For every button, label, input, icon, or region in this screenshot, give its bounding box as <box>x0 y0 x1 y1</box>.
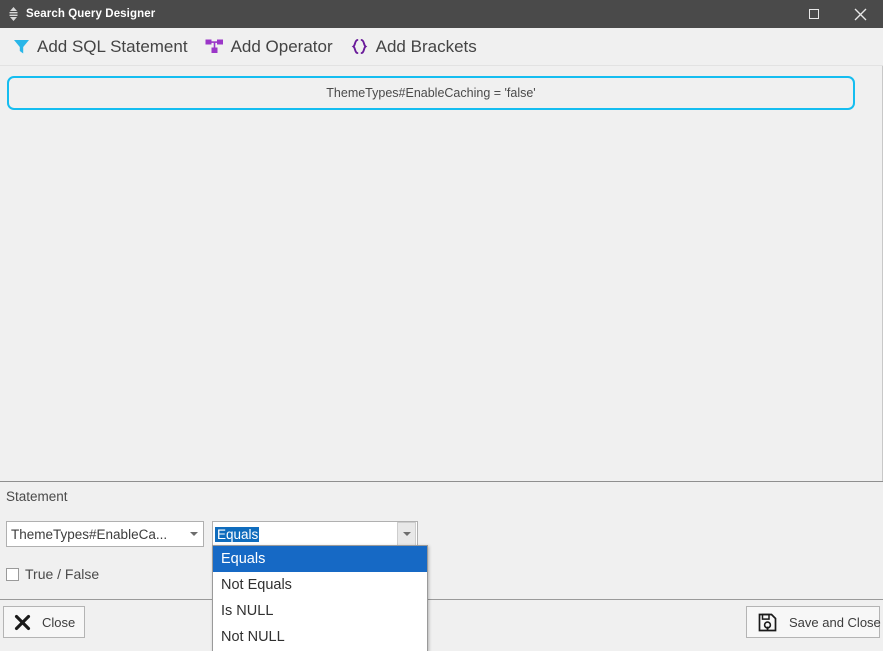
dropdown-option-is-null[interactable]: Is NULL <box>213 598 427 624</box>
close-button-label: Close <box>42 614 76 630</box>
operator-dropdown-list[interactable]: Equals Not Equals Is NULL Not NULL <box>212 545 428 651</box>
search-query-designer-window: Search Query Designer Add SQL Statement <box>0 0 883 651</box>
toolbar: Add SQL Statement Add Operator Add Brack… <box>0 28 883 66</box>
statement-panel: Statement ThemeTypes#EnableCa... Equals … <box>0 481 883 599</box>
statement-panel-title: Statement <box>6 489 68 504</box>
curly-brackets-icon <box>348 35 372 59</box>
x-mark-icon <box>10 610 34 634</box>
add-brackets-button[interactable]: Add Brackets <box>343 30 487 64</box>
add-brackets-label: Add Brackets <box>375 36 477 56</box>
add-operator-label: Add Operator <box>230 36 333 56</box>
close-icon[interactable] <box>837 0 883 28</box>
dropdown-option-not-null[interactable]: Not NULL <box>213 624 427 650</box>
close-button[interactable]: Close <box>3 606 85 638</box>
field-select[interactable]: ThemeTypes#EnableCa... <box>6 521 204 547</box>
save-and-close-button-label: Save and Close <box>789 614 881 630</box>
chevron-down-icon[interactable] <box>397 522 416 546</box>
query-canvas[interactable]: ThemeTypes#EnableCaching = 'false' <box>0 66 883 481</box>
floppy-save-icon <box>755 610 779 634</box>
add-operator-button[interactable]: Add Operator <box>198 30 343 64</box>
true-false-checkbox-row[interactable]: True / False <box>6 566 99 582</box>
move-vertical-icon[interactable] <box>0 0 26 28</box>
chevron-down-icon[interactable] <box>185 522 203 546</box>
dropdown-option-not-equals[interactable]: Not Equals <box>213 572 427 598</box>
add-sql-statement-label: Add SQL Statement <box>37 36 188 56</box>
query-statement-node[interactable]: ThemeTypes#EnableCaching = 'false' <box>7 76 855 110</box>
dropdown-option-equals[interactable]: Equals <box>213 546 427 572</box>
true-false-checkbox-label: True / False <box>25 566 100 582</box>
operator-node-icon <box>203 35 227 59</box>
bottom-button-bar: Close Save and Close <box>0 599 883 651</box>
filter-funnel-icon <box>9 35 33 59</box>
operator-select-value: Equals <box>215 526 260 542</box>
field-select-value: ThemeTypes#EnableCa... <box>11 526 168 542</box>
save-and-close-button[interactable]: Save and Close <box>746 606 881 638</box>
maximize-icon[interactable] <box>791 0 837 28</box>
title-bar: Search Query Designer <box>0 0 883 28</box>
operator-select[interactable]: Equals <box>212 521 418 547</box>
query-statement-text: ThemeTypes#EnableCaching = 'false' <box>326 86 536 100</box>
add-sql-statement-button[interactable]: Add SQL Statement <box>4 30 198 64</box>
true-false-checkbox[interactable] <box>6 567 19 581</box>
window-title: Search Query Designer <box>26 8 156 20</box>
